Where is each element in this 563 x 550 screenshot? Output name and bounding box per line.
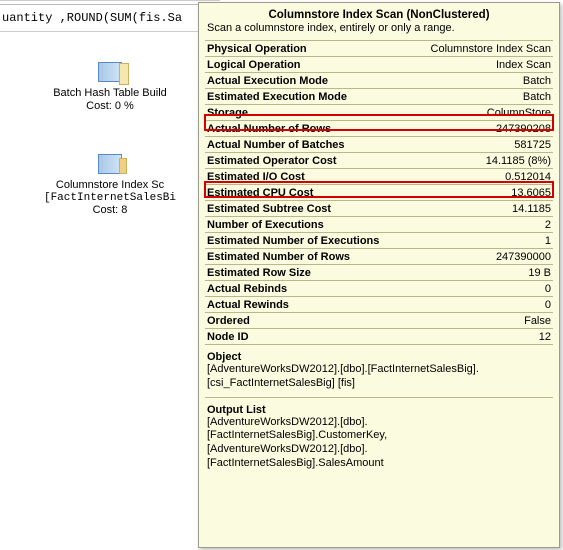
property-value: False	[409, 313, 553, 329]
property-key: Physical Operation	[205, 41, 409, 57]
output-line: [FactInternetSalesBig].SalesAmount	[207, 457, 551, 471]
operator-hash-cost: Cost: 0 %	[0, 100, 220, 112]
tooltip-property-row: Actual Rebinds0	[205, 281, 553, 297]
object-line: [AdventureWorksDW2012].[dbo].[FactIntern…	[207, 363, 551, 377]
property-value: 14.1185	[409, 201, 553, 217]
tooltip-description: Scan a columnstore index, entirely or on…	[199, 22, 559, 40]
property-key: Estimated I/O Cost	[205, 169, 409, 185]
property-value: Batch	[409, 89, 553, 105]
object-line: [csi_FactInternetSalesBig] [fis]	[207, 377, 551, 391]
property-key: Estimated Number of Rows	[205, 249, 409, 265]
property-key: Actual Execution Mode	[205, 73, 409, 89]
property-value: 14.1185 (8%)	[409, 153, 553, 169]
tooltip-object-heading: Object	[199, 345, 559, 363]
property-value: 0	[409, 281, 553, 297]
property-key: Ordered	[205, 313, 409, 329]
tooltip-property-row: Actual Number of Batches581725	[205, 137, 553, 153]
property-key: Estimated Execution Mode	[205, 89, 409, 105]
tooltip-property-row: Number of Executions2	[205, 217, 553, 233]
output-line: [AdventureWorksDW2012].[dbo].	[207, 443, 551, 457]
property-key: Logical Operation	[205, 57, 409, 73]
tooltip-property-row: Node ID12	[205, 329, 553, 345]
property-value: Columnstore Index Scan	[409, 41, 553, 57]
tooltip-property-row: Actual Execution ModeBatch	[205, 73, 553, 89]
tooltip-property-row: OrderedFalse	[205, 313, 553, 329]
property-value: 1	[409, 233, 553, 249]
tooltip-property-row: Estimated Execution ModeBatch	[205, 89, 553, 105]
property-key: Estimated CPU Cost	[205, 185, 409, 201]
property-value: 19 B	[409, 265, 553, 281]
property-key: Estimated Number of Executions	[205, 233, 409, 249]
sql-query-fragment: uantity ,ROUND(SUM(fis.Sa	[0, 5, 220, 32]
property-key: Estimated Row Size	[205, 265, 409, 281]
operator-hash-label[interactable]: Batch Hash Table Build	[0, 87, 220, 100]
operator-tooltip: Columnstore Index Scan (NonClustered) Sc…	[198, 2, 560, 548]
tooltip-property-row: Physical OperationColumnstore Index Scan	[205, 41, 553, 57]
tooltip-property-row: Estimated Number of Executions1	[205, 233, 553, 249]
tooltip-property-row: Estimated CPU Cost13.6065	[205, 185, 553, 201]
tooltip-property-row: Estimated I/O Cost0.512014	[205, 169, 553, 185]
property-value: 247390000	[409, 249, 553, 265]
property-key: Actual Number of Batches	[205, 137, 409, 153]
property-value: 2	[409, 217, 553, 233]
operator-scan-cost: Cost: 8	[0, 204, 220, 216]
property-key: Estimated Operator Cost	[205, 153, 409, 169]
columnstore-scan-icon	[98, 154, 122, 177]
property-value: Batch	[409, 73, 553, 89]
tooltip-property-row: StorageColumnStore	[205, 105, 553, 121]
tooltip-property-row: Actual Number of Rows247390208	[205, 121, 553, 137]
property-key: Actual Rebinds	[205, 281, 409, 297]
tooltip-output-heading: Output List	[199, 398, 559, 416]
property-value: 581725	[409, 137, 553, 153]
property-key: Number of Executions	[205, 217, 409, 233]
property-value: 12	[409, 329, 553, 345]
query-plan-canvas[interactable]: uantity ,ROUND(SUM(fis.Sa Batch Hash Tab…	[0, 0, 220, 550]
property-key: Estimated Subtree Cost	[205, 201, 409, 217]
tooltip-properties-table: Physical OperationColumnstore Index Scan…	[205, 40, 553, 345]
operator-scan-label[interactable]: Columnstore Index Sc	[0, 179, 220, 192]
property-key: Actual Rewinds	[205, 297, 409, 313]
property-key: Node ID	[205, 329, 409, 345]
property-key: Storage	[205, 105, 409, 121]
operator-scan-object: [FactInternetSalesBi	[0, 192, 220, 204]
tooltip-property-row: Estimated Operator Cost14.1185 (8%)	[205, 153, 553, 169]
property-value: 247390208	[409, 121, 553, 137]
property-value: 0	[409, 297, 553, 313]
tooltip-property-row: Estimated Row Size19 B	[205, 265, 553, 281]
property-value: 13.6065	[409, 185, 553, 201]
tooltip-property-row: Estimated Number of Rows247390000	[205, 249, 553, 265]
tooltip-property-row: Estimated Subtree Cost14.1185	[205, 201, 553, 217]
tooltip-output-list: [AdventureWorksDW2012].[dbo].[FactIntern…	[199, 416, 559, 473]
tooltip-object-list: [AdventureWorksDW2012].[dbo].[FactIntern…	[199, 363, 559, 393]
property-value: ColumnStore	[409, 105, 553, 121]
tooltip-title: Columnstore Index Scan (NonClustered)	[199, 3, 559, 22]
tooltip-property-row: Logical OperationIndex Scan	[205, 57, 553, 73]
property-key: Actual Number of Rows	[205, 121, 409, 137]
output-line: [FactInternetSalesBig].CustomerKey,	[207, 429, 551, 443]
batch-hash-table-icon	[98, 62, 122, 85]
output-line: [AdventureWorksDW2012].[dbo].	[207, 416, 551, 430]
property-value: Index Scan	[409, 57, 553, 73]
property-value: 0.512014	[409, 169, 553, 185]
tooltip-property-row: Actual Rewinds0	[205, 297, 553, 313]
